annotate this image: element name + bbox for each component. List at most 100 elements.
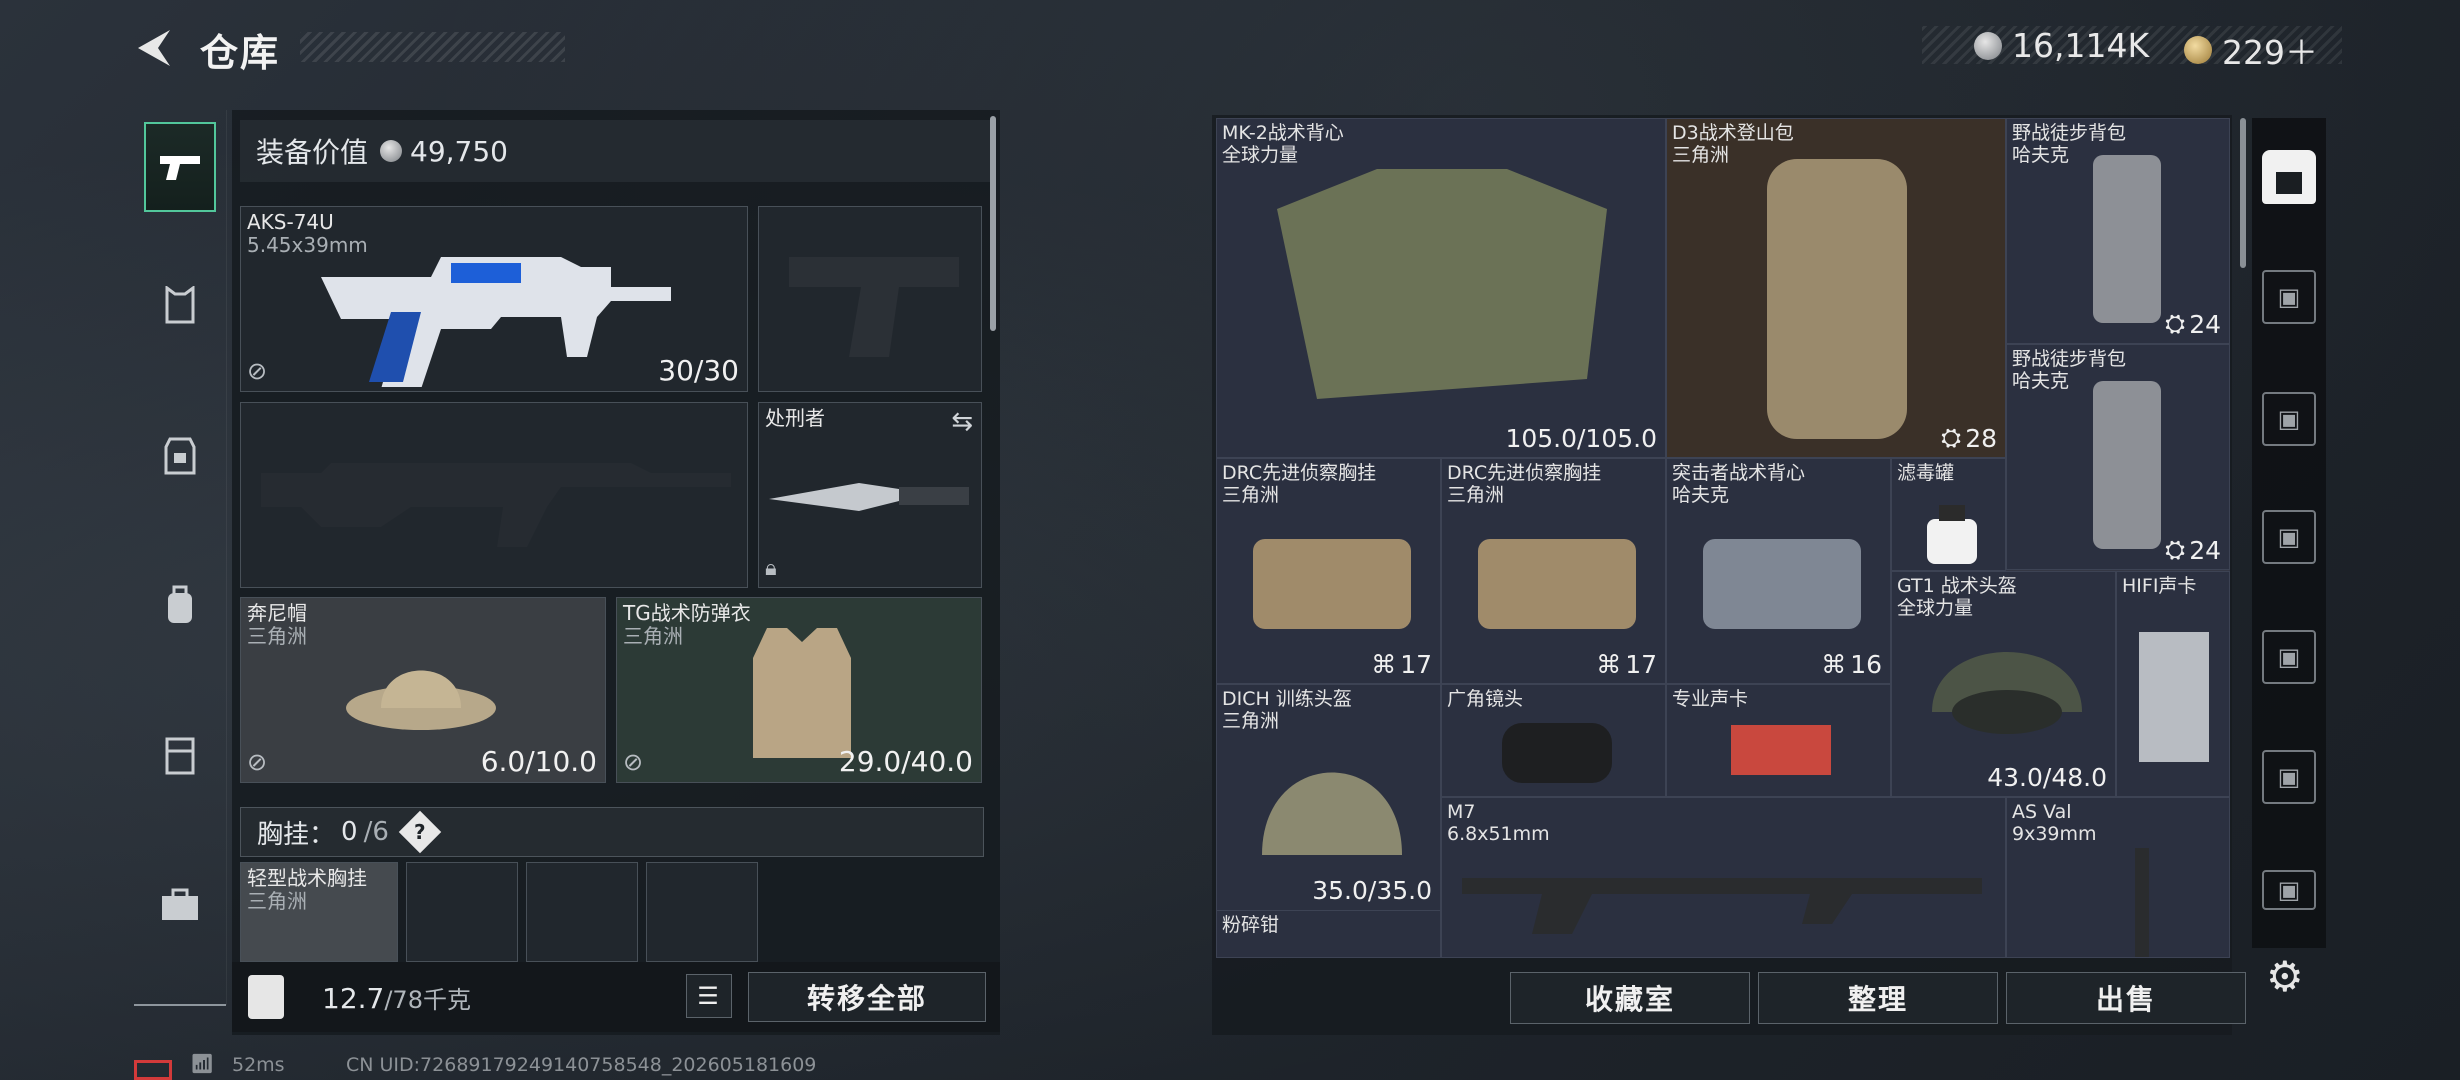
storage-item[interactable]: 突击者战术背心 哈夫克 ⌘ 16: [1666, 458, 1891, 684]
chest-rig-slot-4[interactable]: [646, 862, 758, 962]
chest-item-name: 轻型战术胸挂: [247, 866, 367, 890]
pro-sound-card-icon: [1731, 725, 1831, 775]
training-helmet-icon: [1262, 772, 1402, 855]
storage-item[interactable]: 滤毒罐: [1891, 458, 2006, 571]
sort-button[interactable]: 整理: [1758, 972, 1998, 1024]
storage-scrollbar[interactable]: [2240, 118, 2246, 268]
storage-item[interactable]: 粉碎钳: [1216, 910, 1441, 958]
storage-item[interactable]: M7 6.8x51mm: [1441, 797, 2006, 958]
chest-rig-item-icon: [1478, 539, 1636, 629]
rig-capacity-icon: ⌘: [1821, 650, 1847, 679]
collection-room-button[interactable]: 收藏室: [1510, 972, 1750, 1024]
filter-canister-icon: [1927, 505, 1977, 564]
settings-gear-icon[interactable]: ⚙: [2266, 952, 2304, 1001]
storage-item[interactable]: DRC先进侦察胸挂 三角洲 ⌘ 17: [1216, 458, 1441, 684]
pistol-slot[interactable]: [758, 206, 982, 392]
equipment-value: 49,750: [410, 134, 508, 168]
storage-item[interactable]: 野战徒步背包 哈夫克 ⛭ 24: [2006, 118, 2230, 344]
storage-grid: MK-2战术背心 全球力量 105.0/105.0 D3战术登山包 三角洲 ⛭ 28 …: [1216, 118, 2230, 958]
nav-armor[interactable]: [144, 410, 216, 500]
storage-item[interactable]: AS Val 9x39mm: [2006, 797, 2230, 958]
chest-rig-slot-3[interactable]: [526, 862, 638, 962]
warehouse-icon: [2276, 172, 2302, 194]
backpack-capacity-icon: ⛭: [1941, 423, 1962, 452]
weapon-durability: 30/30: [658, 354, 739, 387]
helmet-slot[interactable]: 奔尼帽 三角洲 ⊘ 6.0/10.0: [240, 597, 606, 783]
storage-box-icon: ▣: [2277, 763, 2301, 791]
weight-icon: [248, 975, 284, 1019]
chest-rig-item[interactable]: 轻型战术胸挂 三角洲: [240, 862, 398, 962]
container-icon: [165, 737, 195, 775]
hat-durability: 6.0/10.0: [480, 745, 597, 778]
back-button[interactable]: [132, 26, 176, 70]
sound-card-icon: [2139, 632, 2209, 762]
list-view-button[interactable]: ☰: [686, 974, 732, 1018]
chest-rig-slot-2[interactable]: [406, 862, 518, 962]
armor-vest-icon: [753, 628, 851, 758]
silver-coin-icon: [380, 140, 403, 162]
wide-lens-icon: [1502, 723, 1612, 783]
storage-box-icon: ▣: [2277, 876, 2301, 904]
transfer-all-button[interactable]: 转移全部: [748, 972, 986, 1022]
melee-slot[interactable]: 处刑者 ⇆ 🔒︎: [758, 402, 982, 588]
m7-rifle-icon: [1462, 878, 1982, 934]
lock-icon: 🔒︎: [765, 556, 777, 581]
sell-button[interactable]: 出售: [2006, 972, 2246, 1024]
combat-helmet-icon: [1932, 652, 2082, 734]
chest-rig-header: 胸挂： 0/6 ?: [240, 807, 984, 857]
armor-slot[interactable]: TG战术防弹衣 三角洲 ⊘ 29.0/40.0: [616, 597, 982, 783]
storage-item[interactable]: 广角镜头: [1441, 684, 1666, 797]
storage-box-icon: ▣: [2277, 405, 2301, 433]
expansion-tab-v[interactable]: ▣: [2262, 270, 2316, 324]
rig-capacity-icon: ⌘: [1371, 650, 1397, 679]
loadout-scrollbar[interactable]: [990, 116, 996, 331]
nav-weapons[interactable]: [144, 122, 216, 212]
chest-rig-used: 0: [341, 817, 358, 847]
backpack-icon: [168, 585, 192, 623]
storage-item[interactable]: GT1 战术头盔 全球力量 43.0/48.0: [1891, 571, 2116, 797]
gold-currency[interactable]: 229＋: [2184, 26, 2318, 74]
silver-coin-icon: [1974, 31, 2002, 60]
briefcase-icon: [162, 888, 198, 920]
wifi-icon: 📶︎: [190, 1053, 215, 1075]
title-decoration: [300, 32, 565, 62]
expansion-tab-iv-2[interactable]: ▣: [2262, 750, 2316, 804]
chest-item-faction: 三角洲: [247, 889, 307, 913]
expansion-tab-iii[interactable]: ▣: [2262, 392, 2316, 446]
nav-toolbox[interactable]: [144, 860, 216, 950]
as-val-icon: [2135, 848, 2149, 957]
storage-item[interactable]: D3战术登山包 三角洲 ⛭ 28: [1666, 118, 2006, 458]
nav-case[interactable]: [144, 710, 216, 800]
vest-icon: [165, 286, 195, 324]
hat-name: 奔尼帽: [247, 601, 307, 625]
storage-item[interactable]: MK-2战术背心 全球力量 105.0/105.0: [1216, 118, 1666, 458]
equipment-value-label: 装备价值: [256, 136, 369, 169]
warehouse-tab[interactable]: [2262, 150, 2316, 204]
storage-item[interactable]: 专业声卡: [1666, 684, 1891, 797]
silver-currency[interactable]: 16,114K: [1974, 26, 2149, 65]
nav-backpack[interactable]: [144, 560, 216, 650]
help-icon[interactable]: ?: [398, 810, 442, 854]
carry-weight-value: 12.7: [322, 982, 385, 1015]
storage-item[interactable]: HIFI声卡: [2116, 571, 2230, 797]
rig-capacity-icon: ⌘: [1596, 650, 1622, 679]
expansion-tab-iii-2[interactable]: ▣: [2262, 630, 2316, 684]
list-icon: ☰: [697, 982, 721, 1010]
expansion-tab-iii-3[interactable]: ▣: [2262, 870, 2316, 910]
primary-weapon-slot[interactable]: AKS-74U 5.45x39mm ⊘ 30/30: [240, 206, 748, 392]
knife-icon: [769, 483, 969, 511]
storage-item[interactable]: DRC先进侦察胸挂 三角洲 ⌘ 17: [1441, 458, 1666, 684]
swap-icon[interactable]: ⇆: [951, 407, 973, 437]
gold-coin-icon: [2184, 36, 2212, 64]
storage-item[interactable]: 野战徒步背包 哈夫克 ⛭ 24: [2006, 344, 2230, 570]
melee-name: 处刑者: [765, 406, 825, 430]
expansion-tab-iv[interactable]: ▣: [2262, 510, 2316, 564]
armor-durability: 29.0/40.0: [838, 745, 973, 778]
silver-amount: 16,114K: [2012, 26, 2150, 65]
backpack-capacity-icon: ⛭: [2165, 309, 2186, 338]
nav-chest-rig[interactable]: [144, 260, 216, 350]
pistol-silhouette-icon: [789, 257, 959, 357]
armor-icon: [164, 437, 196, 475]
secondary-weapon-slot[interactable]: [240, 402, 748, 588]
armor-faction: 三角洲: [623, 624, 683, 648]
